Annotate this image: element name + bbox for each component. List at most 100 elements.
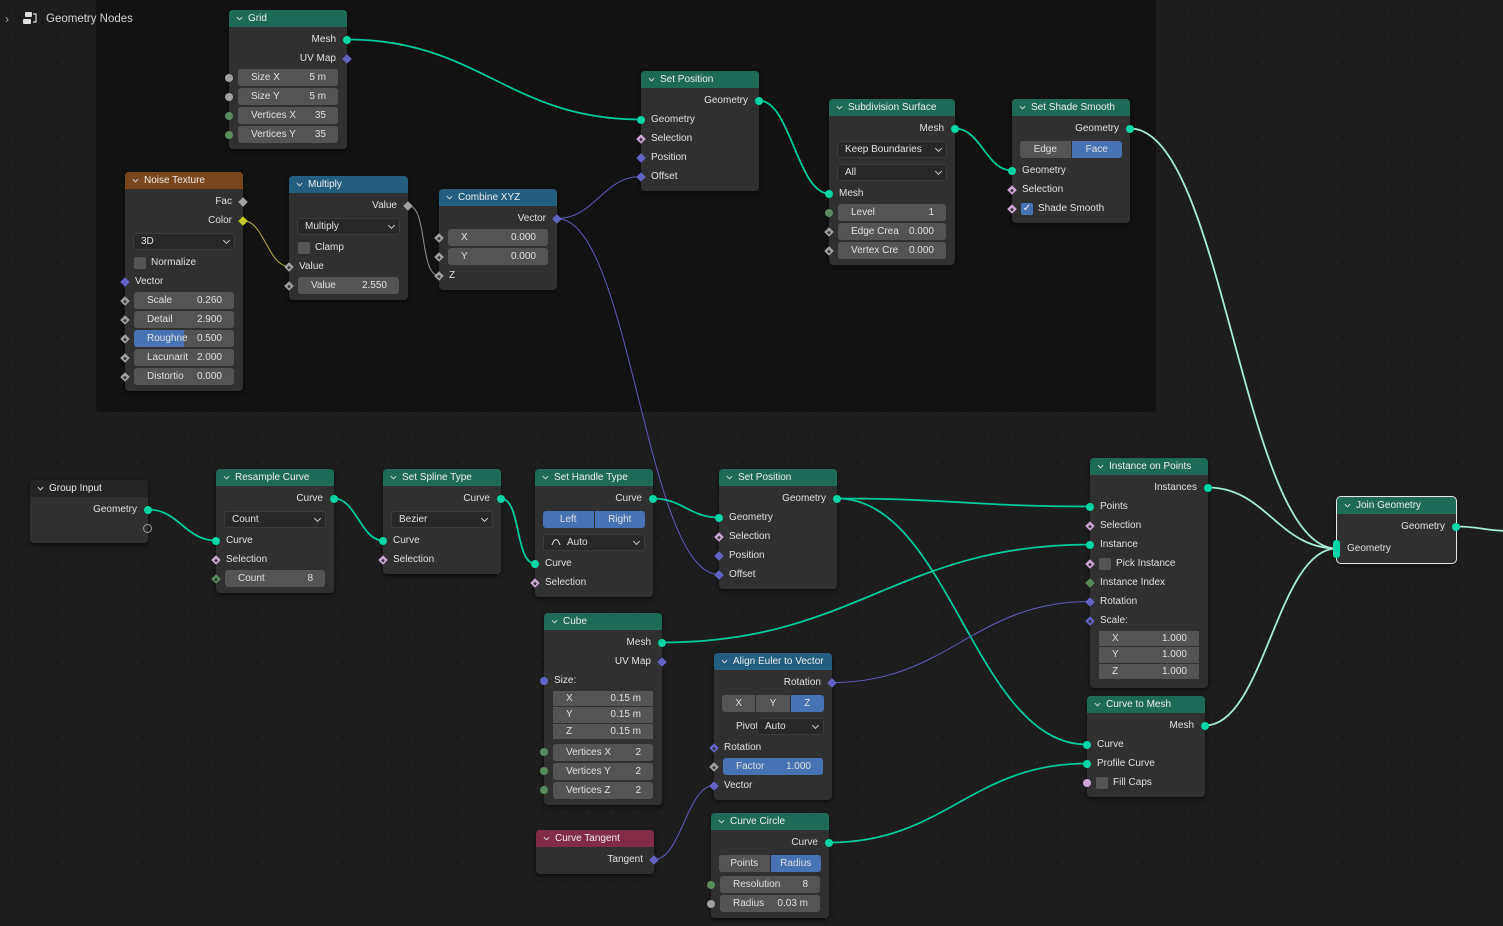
number-field[interactable]: Vertices Y 2: [553, 762, 653, 780]
number-field[interactable]: Count 8: [225, 570, 325, 587]
link-geometry[interactable]: [652, 497, 720, 519]
toggle-option-right[interactable]: Right: [594, 511, 645, 528]
toggle-option-z[interactable]: Z: [790, 695, 824, 712]
node-header[interactable]: Noise Texture: [125, 172, 243, 189]
collapse-chevron-icon[interactable]: [543, 835, 550, 842]
int-socket-icon[interactable]: [825, 208, 833, 217]
number-field[interactable]: Y 0.000: [448, 248, 548, 265]
node-tangent[interactable]: Curve Tangent Tangent: [536, 830, 659, 874]
number-field[interactable]: Z 0.15 m: [553, 723, 653, 739]
geometry-socket-icon[interactable]: [531, 559, 539, 568]
link-geometry[interactable]: [147, 508, 217, 542]
collapse-chevron-icon[interactable]: [37, 485, 44, 492]
number-field[interactable]: Vertices Y 35: [238, 126, 338, 143]
node-circle[interactable]: Curve Circle Curve Points Radius Resolution 8…: [707, 813, 833, 918]
node-subdiv[interactable]: Subdivision Surface Mesh Keep Boundaries Al…: [824, 99, 959, 265]
number-field[interactable]: Size X 5 m: [238, 69, 338, 86]
node-c2m[interactable]: Curve to Mesh Mesh Curve Profile Curve Fill …: [1083, 696, 1209, 797]
collapse-chevron-icon[interactable]: [390, 474, 397, 481]
dropdown[interactable]: Auto: [543, 534, 645, 551]
geometry-socket-icon[interactable]: [649, 494, 657, 503]
collapse-chevron-icon[interactable]: [1344, 502, 1351, 509]
collapse-chevron-icon[interactable]: [836, 104, 843, 111]
checkbox[interactable]: [1099, 557, 1111, 570]
toggle-option-points[interactable]: Points: [719, 855, 770, 872]
node-header[interactable]: Subdivision Surface: [829, 99, 955, 116]
node-header[interactable]: Align Euler to Vector: [714, 653, 832, 670]
node-cube[interactable]: Cube Mesh UV Map Size: X 0.15 m Y 0.15 m Z 0.15 m…: [540, 613, 667, 805]
geometry-socket-icon[interactable]: [1008, 166, 1016, 175]
geometry-socket-icon[interactable]: [1204, 483, 1212, 492]
collapse-chevron-icon[interactable]: [1094, 701, 1101, 708]
collapse-chevron-icon[interactable]: [296, 181, 303, 188]
number-field[interactable]: Vertex Cre 0.000: [838, 242, 946, 259]
geometry-socket-icon[interactable]: [637, 115, 645, 124]
node-header[interactable]: Multiply: [289, 176, 408, 193]
node-groupin[interactable]: Group Input Geometry: [30, 480, 152, 543]
number-field[interactable]: Level 1: [838, 204, 946, 221]
geometry-socket-icon[interactable]: [1452, 522, 1460, 531]
collapse-chevron-icon[interactable]: [551, 618, 558, 625]
number-field[interactable]: Y 0.15 m: [553, 707, 653, 723]
geometry-socket-icon[interactable]: [1333, 539, 1340, 558]
float-socket-icon[interactable]: [709, 761, 719, 772]
number-field[interactable]: Resolution 8: [720, 876, 820, 893]
geometry-socket-icon[interactable]: [833, 494, 841, 503]
int-socket-icon[interactable]: [540, 786, 548, 794]
collapse-chevron-icon[interactable]: [726, 474, 733, 481]
node-header[interactable]: Group Input: [30, 480, 148, 497]
toggle-option-edge[interactable]: Edge: [1020, 141, 1071, 158]
geometry-socket-icon[interactable]: [658, 638, 666, 647]
collapse-chevron-icon[interactable]: [132, 177, 139, 184]
node-header[interactable]: Set Handle Type: [535, 469, 653, 486]
collapse-chevron-icon[interactable]: [446, 194, 453, 201]
node-header[interactable]: Join Geometry: [1337, 497, 1456, 514]
pivot-dropdown[interactable]: Auto: [757, 718, 824, 735]
node-handle[interactable]: Set Handle Type Curve Left Right Auto Curve Se…: [530, 469, 657, 597]
link-join[interactable]: [1207, 486, 1337, 550]
int-socket-icon[interactable]: [211, 573, 221, 584]
checkbox[interactable]: [1096, 776, 1108, 789]
dropdown[interactable]: 3D: [133, 233, 235, 250]
node-header[interactable]: Curve to Mesh: [1087, 696, 1205, 713]
collapse-chevron-icon[interactable]: [236, 15, 243, 22]
float-socket-icon[interactable]: [225, 73, 233, 82]
number-field[interactable]: Distortio 0.000: [134, 368, 234, 385]
geometry-socket-icon[interactable]: [144, 505, 152, 514]
geometry-socket-icon[interactable]: [825, 189, 833, 198]
checkbox[interactable]: ✓: [1021, 202, 1033, 215]
dropdown[interactable]: All: [837, 164, 947, 181]
empty-socket-icon[interactable]: [143, 524, 152, 533]
geometry-socket-icon[interactable]: [379, 536, 387, 545]
link-geometry[interactable]: [836, 497, 1088, 746]
number-field[interactable]: Vertices Z 2: [553, 781, 653, 799]
toggle-option-radius[interactable]: Radius: [770, 855, 821, 872]
node-header[interactable]: Grid: [229, 10, 347, 27]
geometry-socket-icon[interactable]: [1083, 759, 1091, 768]
node-header[interactable]: Set Position: [641, 71, 759, 88]
checkbox[interactable]: [298, 241, 310, 254]
geometry-socket-icon[interactable]: [343, 35, 351, 44]
link-geometry[interactable]: [836, 497, 1091, 508]
node-header[interactable]: Cube: [544, 613, 662, 630]
node-grid[interactable]: Grid Mesh UV Map Size X 5 m Size Y 5 m Vertices…: [225, 10, 352, 149]
geometry-socket-icon[interactable]: [755, 96, 763, 105]
int-socket-icon[interactable]: [225, 130, 233, 139]
int-socket-icon[interactable]: [540, 767, 548, 775]
dropdown[interactable]: Count: [224, 511, 326, 528]
dropdown[interactable]: Bezier: [391, 511, 493, 528]
geometry-socket-icon[interactable]: [1201, 721, 1209, 730]
number-field[interactable]: Vertices X 2: [553, 743, 653, 761]
node-setpos1[interactable]: Set Position Geometry Geometry Selection Pos…: [636, 71, 763, 191]
geometry-socket-icon[interactable]: [715, 513, 723, 522]
node-header[interactable]: Set Position: [719, 469, 837, 486]
geometry-socket-icon[interactable]: [1083, 740, 1091, 749]
geometry-socket-icon[interactable]: [497, 494, 505, 503]
collapse-chevron-icon[interactable]: [718, 818, 725, 825]
geometry-socket-icon[interactable]: [1086, 502, 1094, 511]
node-header[interactable]: Curve Tangent: [536, 830, 654, 847]
number-field[interactable]: Factor 1.000: [723, 758, 823, 775]
link-geometry[interactable]: [828, 762, 1088, 844]
node-join[interactable]: Join Geometry Geometry Geometry: [1333, 496, 1460, 564]
number-field[interactable]: X 0.000: [448, 229, 548, 246]
